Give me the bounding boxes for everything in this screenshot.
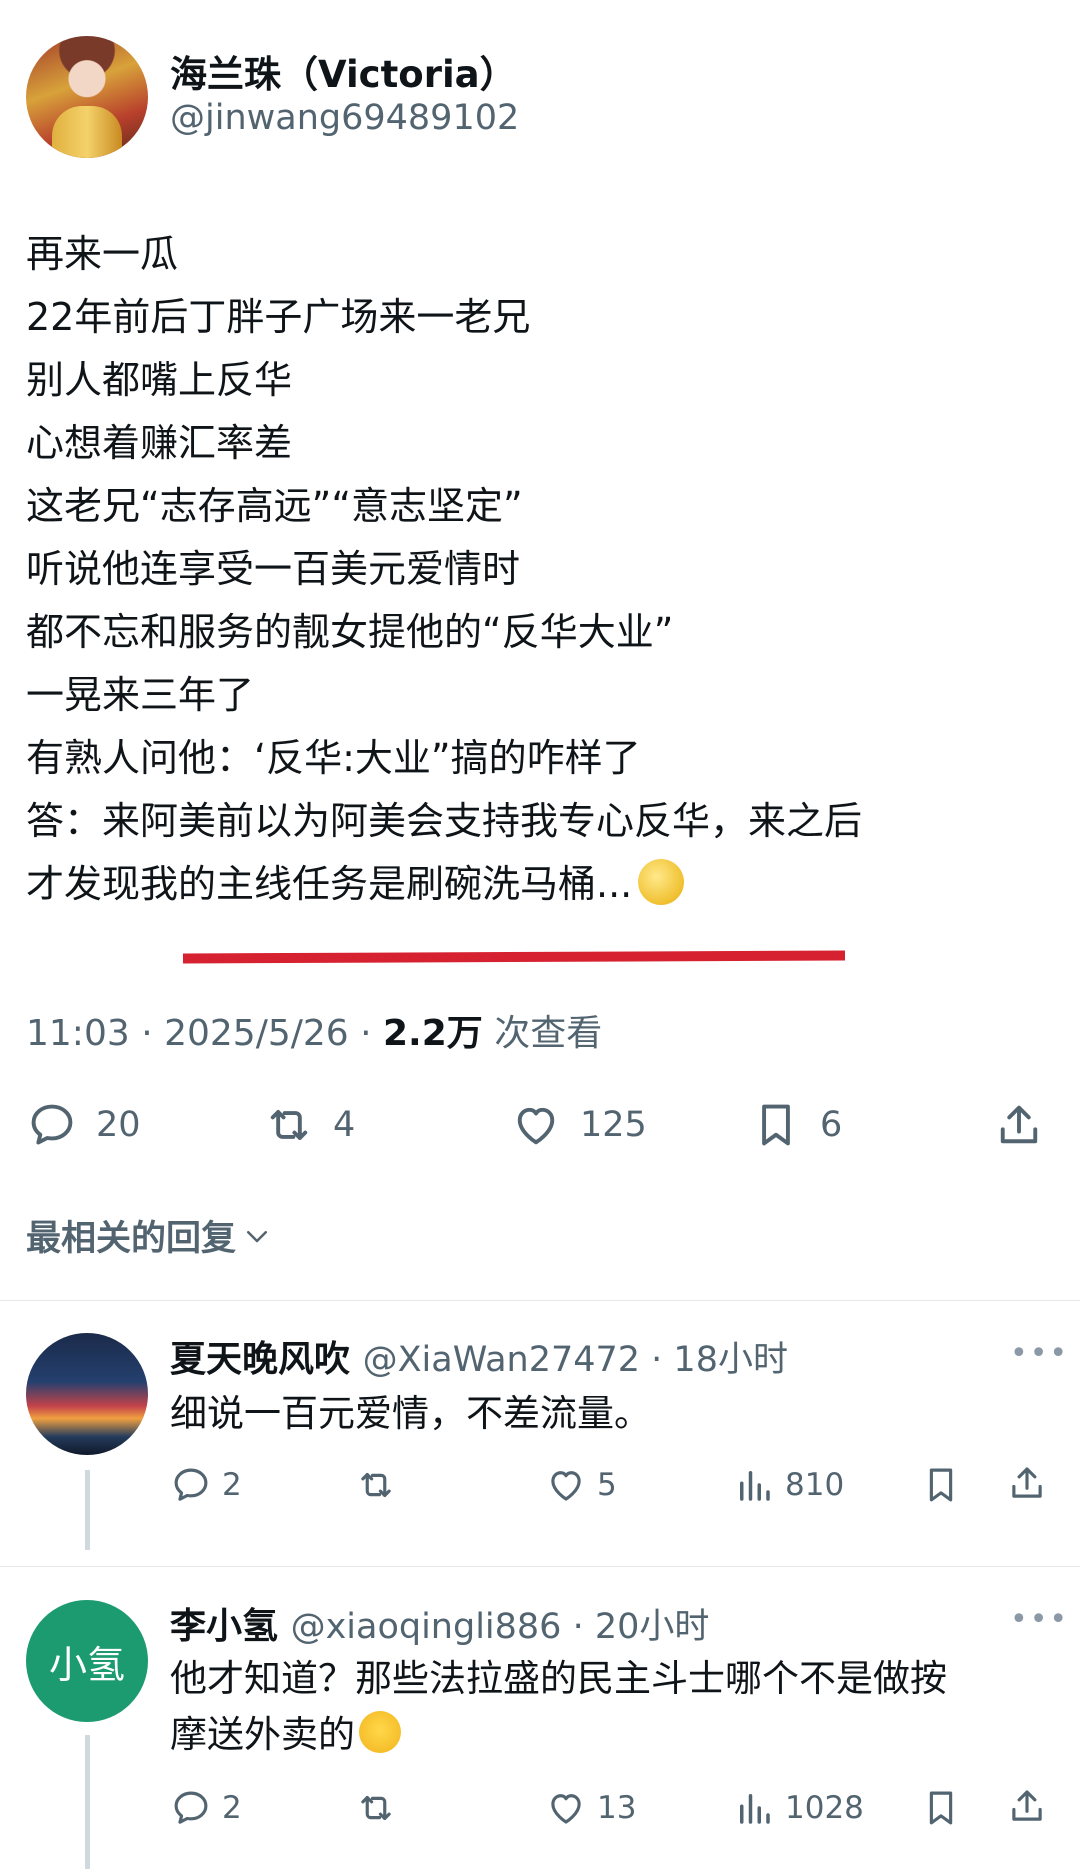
reply-reply-button[interactable]: 2 (170, 1464, 242, 1506)
reply-avatar[interactable]: 小氢 (26, 1600, 148, 1722)
tweet-text-line: 别人都嘴上反华 (26, 358, 293, 402)
heart-icon (517, 1107, 555, 1145)
tweet-meta: 11:03 · 2025/5/26 · 2.2万 次查看 (26, 1004, 602, 1056)
divider (0, 1566, 1080, 1567)
reply-like-button[interactable]: 5 (545, 1464, 617, 1506)
tweet-text-line: 再来一瓜 (26, 232, 179, 276)
reply-views-button[interactable]: 810 (733, 1464, 844, 1506)
sort-label: 最相关的回复 (26, 1219, 237, 1259)
thread-line (85, 1470, 90, 1550)
reply-author-name[interactable]: 李小氢 (170, 1606, 278, 1647)
analytics-icon (740, 1794, 770, 1824)
bookmark-icon (762, 1104, 790, 1146)
heart-icon (551, 1471, 581, 1501)
share-icon (1000, 1105, 1038, 1144)
sort-replies-dropdown[interactable]: 最相关的回复 (26, 1210, 272, 1261)
like-count: 5 (597, 1467, 617, 1503)
author-avatar[interactable] (26, 36, 148, 158)
reply-author-handle[interactable]: @xiaoqingli886 · 20小时 (291, 1607, 710, 1647)
moon-face-emoji (638, 859, 685, 905)
comment-icon (31, 1104, 73, 1145)
reply-header: 夏天晚风吹 @XiaWan27472 · 18小时 (170, 1330, 788, 1382)
reply-bookmark-button[interactable] (920, 1464, 962, 1506)
reply-like-button[interactable]: 13 (545, 1787, 636, 1829)
thread-line (85, 1735, 90, 1869)
views-count: 810 (785, 1467, 845, 1503)
retweet-icon (361, 1795, 391, 1821)
author-handle[interactable]: @jinwang69489102 (170, 98, 519, 138)
share-button[interactable] (993, 1098, 1045, 1152)
comment-icon (174, 1468, 208, 1501)
reply-button[interactable]: 20 (26, 1098, 141, 1152)
reply-retweet-button[interactable] (355, 1464, 397, 1506)
comment-icon (174, 1791, 208, 1824)
reply-text: 细说一百元爱情，不差流量。 (170, 1392, 651, 1435)
tweet-text-line: 心想着赚汇率差 (26, 421, 293, 465)
divider (0, 1300, 1080, 1301)
reply-count: 2 (222, 1467, 242, 1503)
tweet-text-line: 22年前后丁胖子广场来一老兄 (26, 295, 531, 339)
more-options-icon[interactable]: ••• (1010, 1336, 1069, 1371)
like-count: 125 (580, 1105, 647, 1145)
reply-avatar[interactable] (26, 1333, 148, 1455)
views-label: 次查看 (482, 1013, 603, 1054)
tweet-text-line: 都不忘和服务的靓女提他的“反华大业” (26, 610, 674, 654)
retweet-icon (270, 1110, 308, 1140)
avatar-text: 小氢 (48, 1642, 125, 1687)
tweet-text-line: 听说他连享受一百美元爱情时 (26, 547, 521, 591)
tweet-time[interactable]: 11:03 · 2025/5/26 · (26, 1013, 383, 1054)
tweet-text-line: 答：来阿美前以为阿美会支持我专心反华，来之后 (26, 799, 863, 843)
reply-text-line2: 摩送外卖的 (170, 1707, 401, 1763)
tweet-text-line-last: 才发现我的主线任务是刷碗洗马桶... (26, 858, 685, 911)
reply-share-button[interactable] (1006, 1462, 1048, 1504)
views-count: 2.2万 (383, 1013, 483, 1054)
bookmark-count: 6 (820, 1105, 843, 1145)
reply-author-name[interactable]: 夏天晚风吹 (170, 1339, 350, 1380)
reply-text: 摩送外卖的 (170, 1713, 355, 1756)
reply-reply-button[interactable]: 2 (170, 1787, 242, 1829)
share-icon (1012, 1790, 1042, 1821)
retweet-button[interactable]: 4 (263, 1098, 355, 1152)
bookmark-button[interactable]: 6 (750, 1098, 842, 1152)
views-count: 1028 (785, 1790, 864, 1826)
retweet-icon (361, 1472, 391, 1498)
crying-cat-emoji (359, 1711, 401, 1753)
like-count: 13 (597, 1790, 637, 1826)
tweet-text-line: 一晃来三年了 (26, 673, 255, 717)
red-underline-annotation (182, 950, 846, 964)
reply-share-button[interactable] (1006, 1785, 1048, 1827)
bookmark-icon (929, 1791, 953, 1825)
share-icon (1012, 1467, 1042, 1498)
chevron-down-icon (247, 1230, 268, 1242)
reply-bookmark-button[interactable] (920, 1787, 962, 1829)
reply-text: 他才知道？那些法拉盛的民主斗士哪个不是做按 (170, 1657, 947, 1700)
reply-count: 2 (222, 1790, 242, 1826)
bookmark-icon (929, 1468, 953, 1502)
analytics-icon (740, 1471, 770, 1501)
tweet-text-line: 有熟人问他：‘反华:大业”搞的咋样了 (26, 736, 641, 780)
tweet-text-line: 才发现我的主线任务是刷碗洗马桶... (26, 862, 633, 906)
reply-retweet-button[interactable] (355, 1787, 397, 1829)
more-options-icon[interactable]: ••• (1010, 1602, 1069, 1637)
like-button[interactable]: 125 (510, 1098, 647, 1152)
tweet-text-line: 这老兄“志存高远”“意志坚定” (26, 484, 523, 528)
author-name[interactable]: 海兰珠（Victoria） (170, 44, 517, 98)
heart-icon (551, 1794, 581, 1824)
retweet-count: 4 (333, 1105, 356, 1145)
reply-author-handle[interactable]: @XiaWan27472 · 18小时 (363, 1340, 788, 1380)
reply-count: 20 (96, 1105, 141, 1145)
reply-header: 李小氢 @xiaoqingli886 · 20小时 (170, 1597, 709, 1649)
reply-views-button[interactable]: 1028 (733, 1787, 864, 1829)
